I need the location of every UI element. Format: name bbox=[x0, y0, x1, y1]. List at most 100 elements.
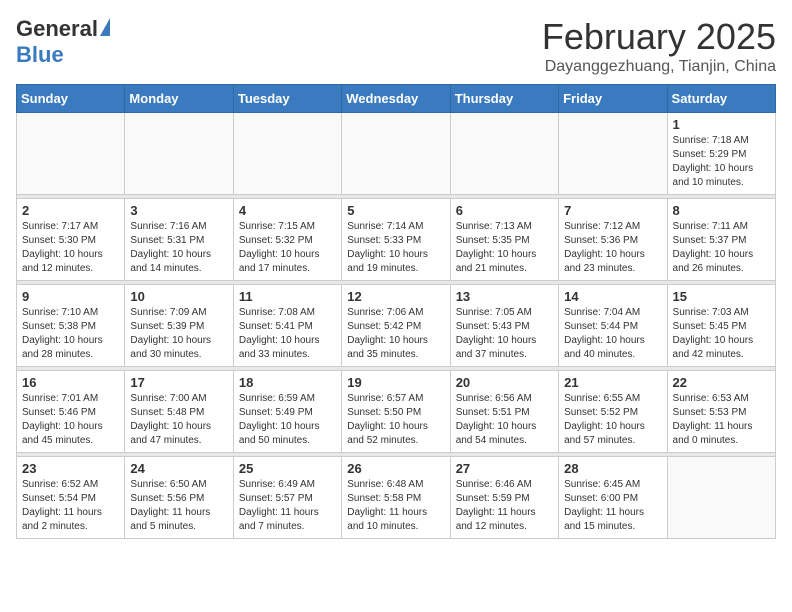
day-info: Sunrise: 7:14 AM Sunset: 5:33 PM Dayligh… bbox=[347, 220, 444, 276]
day-number: 1 bbox=[673, 117, 770, 132]
week-row-0: 1Sunrise: 7:18 AM Sunset: 5:29 PM Daylig… bbox=[17, 113, 776, 195]
calendar-title: February 2025 bbox=[542, 16, 776, 58]
day-info: Sunrise: 6:59 AM Sunset: 5:49 PM Dayligh… bbox=[239, 392, 336, 448]
day-info: Sunrise: 7:09 AM Sunset: 5:39 PM Dayligh… bbox=[130, 306, 227, 362]
calendar-cell bbox=[233, 113, 341, 195]
calendar-cell: 16 Sunrise: 7:01 AM Sunset: 5:46 PM Dayli… bbox=[17, 371, 125, 453]
calendar-cell: 6 Sunrise: 7:13 AM Sunset: 5:35 PM Daylig… bbox=[450, 199, 558, 281]
calendar-cell: 24Sunrise: 6:50 AM Sunset: 5:56 PM Dayli… bbox=[125, 457, 233, 539]
calendar-cell: 13 Sunrise: 7:05 AM Sunset: 5:43 PM Dayli… bbox=[450, 285, 558, 367]
day-info: Sunrise: 7:10 AM Sunset: 5:38 PM Dayligh… bbox=[22, 306, 119, 362]
day-number: 14 bbox=[564, 289, 661, 304]
calendar-cell: 10 Sunrise: 7:09 AM Sunset: 5:39 PM Dayli… bbox=[125, 285, 233, 367]
calendar-table: SundayMondayTuesdayWednesdayThursdayFrid… bbox=[16, 84, 776, 539]
day-info: Sunrise: 7:15 AM Sunset: 5:32 PM Dayligh… bbox=[239, 220, 336, 276]
calendar-cell bbox=[342, 113, 450, 195]
day-number: 6 bbox=[456, 203, 553, 218]
calendar-cell bbox=[125, 113, 233, 195]
calendar-cell bbox=[450, 113, 558, 195]
calendar-cell: 7 Sunrise: 7:12 AM Sunset: 5:36 PM Daylig… bbox=[559, 199, 667, 281]
day-info: Sunrise: 7:04 AM Sunset: 5:44 PM Dayligh… bbox=[564, 306, 661, 362]
week-row-4: 23 Sunrise: 6:52 AM Sunset: 5:54 PM Dayli… bbox=[17, 457, 776, 539]
day-number: 13 bbox=[456, 289, 553, 304]
day-number: 19 bbox=[347, 375, 444, 390]
day-header-wednesday: Wednesday bbox=[342, 85, 450, 113]
calendar-cell: 2 Sunrise: 7:17 AM Sunset: 5:30 PM Daylig… bbox=[17, 199, 125, 281]
day-info: Sunrise: 6:53 AM Sunset: 5:53 PM Dayligh… bbox=[673, 392, 770, 448]
days-header-row: SundayMondayTuesdayWednesdayThursdayFrid… bbox=[17, 85, 776, 113]
day-info: Sunrise: 7:11 AM Sunset: 5:37 PM Dayligh… bbox=[673, 220, 770, 276]
day-header-thursday: Thursday bbox=[450, 85, 558, 113]
day-number: 3 bbox=[130, 203, 227, 218]
day-header-monday: Monday bbox=[125, 85, 233, 113]
day-number: 10 bbox=[130, 289, 227, 304]
day-number: 11 bbox=[239, 289, 336, 304]
day-info: Sunrise: 7:00 AM Sunset: 5:48 PM Dayligh… bbox=[130, 392, 227, 448]
calendar-cell: 17Sunrise: 7:00 AM Sunset: 5:48 PM Dayli… bbox=[125, 371, 233, 453]
calendar-cell: 5 Sunrise: 7:14 AM Sunset: 5:33 PM Daylig… bbox=[342, 199, 450, 281]
day-info: Sunrise: 6:48 AM Sunset: 5:58 PM Dayligh… bbox=[347, 478, 444, 534]
day-info: Sunrise: 7:03 AM Sunset: 5:45 PM Dayligh… bbox=[673, 306, 770, 362]
calendar-cell: 28 Sunrise: 6:45 AM Sunset: 6:00 PM Dayli… bbox=[559, 457, 667, 539]
calendar-cell: 21 Sunrise: 6:55 AM Sunset: 5:52 PM Dayli… bbox=[559, 371, 667, 453]
day-info: Sunrise: 6:55 AM Sunset: 5:52 PM Dayligh… bbox=[564, 392, 661, 448]
calendar-cell: 11Sunrise: 7:08 AM Sunset: 5:41 PM Dayli… bbox=[233, 285, 341, 367]
week-row-1: 2 Sunrise: 7:17 AM Sunset: 5:30 PM Daylig… bbox=[17, 199, 776, 281]
day-number: 22 bbox=[673, 375, 770, 390]
day-number: 7 bbox=[564, 203, 661, 218]
day-number: 2 bbox=[22, 203, 119, 218]
day-number: 16 bbox=[22, 375, 119, 390]
day-info: Sunrise: 7:05 AM Sunset: 5:43 PM Dayligh… bbox=[456, 306, 553, 362]
day-info: Sunrise: 7:06 AM Sunset: 5:42 PM Dayligh… bbox=[347, 306, 444, 362]
day-number: 18 bbox=[239, 375, 336, 390]
day-info: Sunrise: 6:56 AM Sunset: 5:51 PM Dayligh… bbox=[456, 392, 553, 448]
calendar-cell: 27 Sunrise: 6:46 AM Sunset: 5:59 PM Dayli… bbox=[450, 457, 558, 539]
week-row-2: 9 Sunrise: 7:10 AM Sunset: 5:38 PM Daylig… bbox=[17, 285, 776, 367]
day-header-tuesday: Tuesday bbox=[233, 85, 341, 113]
day-number: 27 bbox=[456, 461, 553, 476]
calendar-cell: 9 Sunrise: 7:10 AM Sunset: 5:38 PM Daylig… bbox=[17, 285, 125, 367]
day-info: Sunrise: 7:12 AM Sunset: 5:36 PM Dayligh… bbox=[564, 220, 661, 276]
day-info: Sunrise: 6:52 AM Sunset: 5:54 PM Dayligh… bbox=[22, 478, 119, 534]
logo-blue-text: Blue bbox=[16, 42, 64, 68]
calendar-cell: 12 Sunrise: 7:06 AM Sunset: 5:42 PM Dayli… bbox=[342, 285, 450, 367]
day-header-friday: Friday bbox=[559, 85, 667, 113]
calendar-cell bbox=[667, 457, 775, 539]
day-number: 21 bbox=[564, 375, 661, 390]
day-info: Sunrise: 6:46 AM Sunset: 5:59 PM Dayligh… bbox=[456, 478, 553, 534]
day-number: 15 bbox=[673, 289, 770, 304]
calendar-cell: 14 Sunrise: 7:04 AM Sunset: 5:44 PM Dayli… bbox=[559, 285, 667, 367]
calendar-cell: 22 Sunrise: 6:53 AM Sunset: 5:53 PM Dayli… bbox=[667, 371, 775, 453]
day-number: 4 bbox=[239, 203, 336, 218]
calendar-cell: 20 Sunrise: 6:56 AM Sunset: 5:51 PM Dayli… bbox=[450, 371, 558, 453]
calendar-subtitle: Dayanggezhuang, Tianjin, China bbox=[542, 58, 776, 76]
calendar-cell: 15 Sunrise: 7:03 AM Sunset: 5:45 PM Dayli… bbox=[667, 285, 775, 367]
calendar-cell: 19 Sunrise: 6:57 AM Sunset: 5:50 PM Dayli… bbox=[342, 371, 450, 453]
calendar-cell bbox=[17, 113, 125, 195]
calendar-header: General Blue February 2025 Dayanggezhuan… bbox=[16, 16, 776, 76]
day-info: Sunrise: 7:01 AM Sunset: 5:46 PM Dayligh… bbox=[22, 392, 119, 448]
logo-triangle-icon bbox=[100, 18, 110, 36]
calendar-cell: 8 Sunrise: 7:11 AM Sunset: 5:37 PM Daylig… bbox=[667, 199, 775, 281]
day-number: 12 bbox=[347, 289, 444, 304]
day-info: Sunrise: 6:57 AM Sunset: 5:50 PM Dayligh… bbox=[347, 392, 444, 448]
day-number: 9 bbox=[22, 289, 119, 304]
day-info: Sunrise: 6:45 AM Sunset: 6:00 PM Dayligh… bbox=[564, 478, 661, 534]
day-number: 26 bbox=[347, 461, 444, 476]
day-number: 23 bbox=[22, 461, 119, 476]
day-number: 5 bbox=[347, 203, 444, 218]
calendar-cell: 26 Sunrise: 6:48 AM Sunset: 5:58 PM Dayli… bbox=[342, 457, 450, 539]
day-info: Sunrise: 7:16 AM Sunset: 5:31 PM Dayligh… bbox=[130, 220, 227, 276]
logo-general-text: General bbox=[16, 16, 98, 42]
calendar-cell: 23 Sunrise: 6:52 AM Sunset: 5:54 PM Dayli… bbox=[17, 457, 125, 539]
day-number: 20 bbox=[456, 375, 553, 390]
calendar-cell: 3 Sunrise: 7:16 AM Sunset: 5:31 PM Daylig… bbox=[125, 199, 233, 281]
day-number: 8 bbox=[673, 203, 770, 218]
day-number: 28 bbox=[564, 461, 661, 476]
day-info: Sunrise: 7:17 AM Sunset: 5:30 PM Dayligh… bbox=[22, 220, 119, 276]
week-row-3: 16 Sunrise: 7:01 AM Sunset: 5:46 PM Dayli… bbox=[17, 371, 776, 453]
calendar-cell: 4 Sunrise: 7:15 AM Sunset: 5:32 PM Daylig… bbox=[233, 199, 341, 281]
day-header-saturday: Saturday bbox=[667, 85, 775, 113]
day-info: Sunrise: 7:13 AM Sunset: 5:35 PM Dayligh… bbox=[456, 220, 553, 276]
day-header-sunday: Sunday bbox=[17, 85, 125, 113]
